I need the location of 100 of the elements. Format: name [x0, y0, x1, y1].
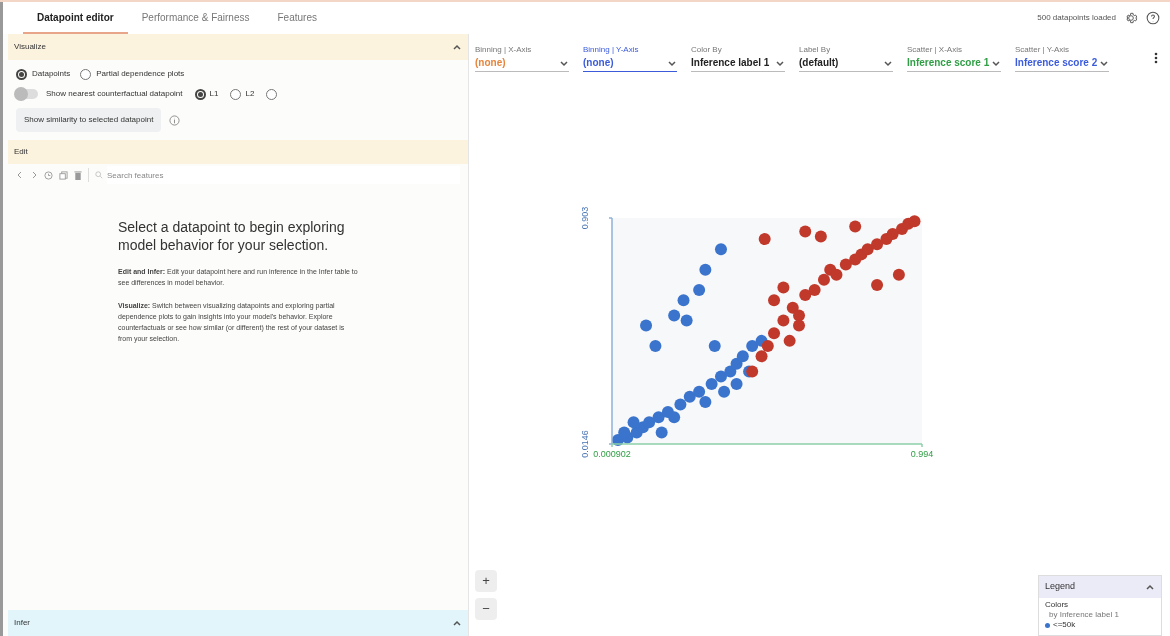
datapoints-count: 500 datapoints loaded [1037, 12, 1116, 24]
search-field[interactable]: Search features [107, 166, 460, 184]
dropdown[interactable]: Binning | Y-Axis (none) [583, 45, 677, 72]
data-point[interactable] [793, 319, 805, 332]
data-point[interactable] [768, 294, 781, 307]
data-point[interactable] [808, 284, 821, 296]
dropdown[interactable]: Label By (default) [799, 45, 893, 72]
data-point[interactable] [699, 263, 712, 276]
data-point[interactable] [714, 243, 727, 256]
legend-label: <=50k [1053, 620, 1076, 630]
data-point[interactable] [652, 411, 665, 424]
section-title: Visualize [14, 41, 46, 53]
data-point[interactable] [886, 228, 899, 241]
data-point[interactable] [640, 319, 653, 332]
radio-button[interactable] [266, 88, 278, 100]
data-point[interactable] [699, 395, 712, 408]
data-point[interactable] [777, 281, 790, 294]
toggle-switch[interactable] [16, 89, 38, 99]
radio-label: L1 [209, 88, 219, 100]
data-point[interactable] [655, 426, 668, 439]
radio-label: Partial dependence plots [96, 68, 185, 80]
help-icon[interactable] [1146, 11, 1160, 25]
data-point[interactable] [861, 243, 874, 256]
dropdown[interactable]: Scatter | X-Axis Inference score 1 [907, 45, 1001, 72]
data-point[interactable] [618, 426, 631, 439]
empty-state-heading: Select a datapoint to begin exploring model behavior for your selection. [118, 218, 346, 254]
data-point[interactable] [683, 390, 696, 403]
dropdown[interactable]: Binning | X-Axis (none) [475, 45, 569, 72]
search-icon [95, 171, 103, 179]
toggle-label: Show nearest counterfactual datapoint [46, 88, 183, 100]
data-point[interactable] [708, 339, 721, 352]
data-point[interactable] [643, 416, 656, 429]
data-point[interactable] [649, 339, 662, 352]
more-options-icon[interactable] [1154, 52, 1158, 64]
legend-subtitle: by Inference label 1 [1048, 610, 1120, 620]
dropdown[interactable]: Scatter | Y-Axis Inference score 2 [1015, 45, 1109, 72]
zoom-button[interactable]: + [475, 570, 497, 592]
data-point[interactable] [799, 225, 812, 238]
data-point[interactable] [674, 398, 687, 411]
data-point[interactable] [668, 411, 681, 424]
legend-header[interactable]: Legend [1039, 576, 1161, 598]
data-point[interactable] [783, 334, 796, 347]
dropdown[interactable]: Color By Inference label 1 [691, 45, 785, 72]
chevron-up-icon[interactable] [452, 42, 462, 52]
x-tick-label: 0.000902 [593, 449, 631, 459]
x-tick-label: 0.994 [910, 449, 934, 459]
forward-icon[interactable] [30, 171, 38, 179]
data-point[interactable] [786, 301, 799, 314]
radio-label: L2 [245, 88, 255, 100]
section-header[interactable]: Infer [8, 610, 468, 636]
data-point[interactable] [793, 309, 805, 322]
data-point[interactable] [693, 385, 706, 398]
radio-button[interactable] [80, 68, 92, 80]
data-point[interactable] [627, 416, 640, 429]
data-point[interactable] [718, 385, 731, 398]
data-point[interactable] [892, 268, 905, 281]
section-header[interactable]: Visualize [8, 34, 468, 60]
data-point[interactable] [799, 289, 812, 302]
data-point[interactable] [668, 309, 681, 322]
data-point[interactable] [761, 339, 774, 352]
data-point[interactable] [839, 258, 852, 271]
radio-button[interactable] [230, 88, 242, 100]
section-title: Edit [14, 146, 28, 158]
y-tick-label: 0.903 [580, 206, 590, 230]
similarity-button[interactable]: Show similarity to selected datapoint [16, 108, 162, 132]
zoom-button[interactable]: − [475, 598, 497, 620]
data-point[interactable] [830, 268, 843, 281]
data-point[interactable] [714, 370, 727, 383]
radio-label: Datapoints [32, 68, 71, 80]
chevron-up-icon[interactable] [452, 618, 462, 628]
back-icon[interactable] [16, 171, 24, 179]
data-point[interactable] [755, 350, 768, 363]
data-point[interactable] [818, 273, 830, 286]
data-point[interactable] [849, 220, 862, 233]
tab[interactable]: Performance & Fairness [127, 2, 264, 34]
data-point[interactable] [871, 238, 884, 251]
data-point[interactable] [746, 365, 759, 378]
chevron-up-icon[interactable] [1145, 582, 1155, 592]
radio-button[interactable] [194, 88, 206, 100]
radio-button[interactable] [16, 68, 27, 80]
data-point[interactable] [768, 327, 781, 340]
y-tick-label: 0.0146 [580, 430, 590, 458]
data-point[interactable] [730, 378, 743, 391]
data-point[interactable] [777, 314, 790, 327]
data-point[interactable] [908, 215, 921, 228]
section-title: Infer [14, 617, 30, 629]
delete-icon[interactable] [74, 170, 82, 180]
data-point[interactable] [680, 314, 693, 327]
tab[interactable]: Features [263, 2, 331, 34]
section-header[interactable]: Edit [8, 140, 468, 164]
data-point[interactable] [677, 294, 690, 307]
data-point[interactable] [693, 284, 706, 296]
data-point[interactable] [814, 230, 827, 243]
data-point[interactable] [746, 339, 759, 352]
settings-icon[interactable] [1124, 11, 1138, 25]
data-point[interactable] [758, 233, 771, 246]
data-point[interactable] [871, 278, 884, 291]
legend-title: Legend [1045, 580, 1076, 594]
data-point[interactable] [736, 350, 749, 363]
data-point[interactable] [705, 378, 718, 391]
